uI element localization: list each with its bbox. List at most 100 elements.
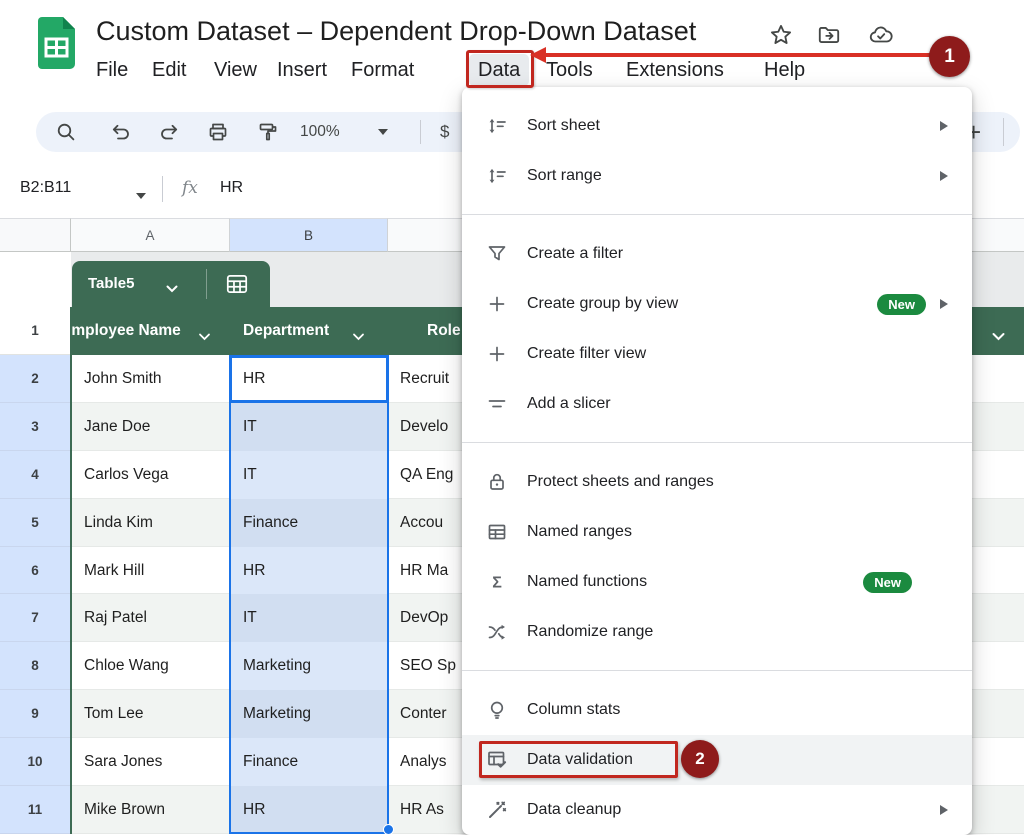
cell-role[interactable]: Accou xyxy=(400,499,443,547)
step-1-arrow xyxy=(545,53,931,57)
header-dropdown-icon[interactable] xyxy=(198,328,211,346)
cell-role[interactable]: Recruit xyxy=(400,355,449,403)
print-icon[interactable] xyxy=(206,120,230,144)
format-currency-button[interactable]: $ xyxy=(440,112,449,152)
menu-item-data-cleanup[interactable]: Data cleanup xyxy=(462,785,972,835)
column-header-b[interactable]: B xyxy=(230,218,388,252)
cell-department[interactable]: Marketing xyxy=(231,642,388,690)
cell-employee-name[interactable]: Sara Jones xyxy=(84,738,162,786)
cell-role[interactable]: Analys xyxy=(400,738,447,786)
paint-format-icon[interactable] xyxy=(256,120,280,144)
cell-role[interactable]: QA Eng xyxy=(400,451,453,499)
cell-role[interactable]: DevOp xyxy=(400,594,448,642)
cell-employee-name[interactable]: Tom Lee xyxy=(84,690,143,738)
undo-icon[interactable] xyxy=(109,120,133,144)
menubar-item-edit[interactable]: Edit xyxy=(152,54,186,86)
column-header-a[interactable]: A xyxy=(71,218,230,252)
zoom-caret-icon[interactable] xyxy=(378,129,388,135)
row-header-3[interactable]: 3 xyxy=(0,403,71,451)
row-header-5[interactable]: 5 xyxy=(0,499,71,547)
row-header-9[interactable]: 9 xyxy=(0,690,71,738)
cell-department[interactable]: HR xyxy=(231,547,388,594)
menu-item-add-a-slicer[interactable]: Add a slicer xyxy=(462,379,972,429)
zoom-control[interactable]: 100% xyxy=(300,112,340,152)
row-header-10[interactable]: 10 xyxy=(0,738,71,786)
menubar-item-insert[interactable]: Insert xyxy=(277,54,327,86)
cell-department[interactable]: IT xyxy=(231,403,388,451)
cell-employee-name[interactable]: Chloe Wang xyxy=(84,642,169,690)
cell-department[interactable]: Finance xyxy=(231,499,388,547)
cell-employee-name[interactable]: Linda Kim xyxy=(84,499,153,547)
row-header-6[interactable]: 6 xyxy=(0,547,71,594)
menu-item-named-functions[interactable]: ΣNamed functionsNew xyxy=(462,557,972,607)
sort-icon xyxy=(485,164,509,188)
cloud-saved-icon[interactable] xyxy=(868,22,894,48)
menu-item-create-filter-view[interactable]: Create filter view xyxy=(462,329,972,379)
row-header-1[interactable]: 1 xyxy=(0,307,71,355)
menu-item-protect-sheets-and-ranges[interactable]: Protect sheets and ranges xyxy=(462,457,972,507)
menubar-item-extensions[interactable]: Extensions xyxy=(626,54,724,86)
menu-item-label: Create group by view xyxy=(527,295,877,313)
cell-department[interactable]: IT xyxy=(231,594,388,642)
row-header-7[interactable]: 7 xyxy=(0,594,71,642)
cell-department-value: Marketing xyxy=(243,690,311,738)
name-box-caret-icon[interactable] xyxy=(136,193,146,199)
header-dropdown-icon[interactable] xyxy=(991,328,1006,346)
cell-role[interactable]: Develo xyxy=(400,403,448,451)
menubar-item-view[interactable]: View xyxy=(214,54,257,86)
name-box[interactable]: B2:B11 xyxy=(20,160,71,216)
selection-border-left xyxy=(229,355,231,834)
cell-department[interactable]: Finance xyxy=(231,738,388,786)
menu-item-named-ranges[interactable]: Named ranges xyxy=(462,507,972,557)
cell-role[interactable]: HR Ma xyxy=(400,547,448,594)
cell-department-value: HR xyxy=(243,786,265,834)
header-cell-department[interactable]: Department xyxy=(243,307,329,355)
menu-item-create-a-filter[interactable]: Create a filter xyxy=(462,229,972,279)
fill-handle[interactable] xyxy=(383,824,394,835)
table-chip-chevron-icon[interactable] xyxy=(166,280,178,298)
cell-department[interactable]: Marketing xyxy=(231,690,388,738)
cell-department[interactable]: HR xyxy=(231,786,388,834)
header-cell-employee-name[interactable]: Employee Name xyxy=(72,307,198,355)
menu-item-data-validation[interactable]: Data validation2 xyxy=(462,735,972,785)
cell-employee-name[interactable]: Carlos Vega xyxy=(84,451,168,499)
row-header-2[interactable]: 2 xyxy=(0,355,71,403)
menu-item-label: Named functions xyxy=(527,573,863,591)
row-header-11[interactable]: 11 xyxy=(0,786,71,834)
row-header-8[interactable]: 8 xyxy=(0,642,71,690)
cell-department[interactable]: IT xyxy=(231,451,388,499)
star-icon[interactable] xyxy=(768,22,794,48)
slicer-icon xyxy=(485,392,509,416)
select-all-corner[interactable] xyxy=(0,218,71,252)
document-title[interactable]: Custom Dataset – Dependent Drop-Down Dat… xyxy=(96,16,696,47)
menubar-item-format[interactable]: Format xyxy=(351,54,414,86)
search-icon[interactable] xyxy=(54,120,78,144)
menu-item-sort-sheet[interactable]: Sort sheet xyxy=(462,101,972,151)
menu-item-randomize-range[interactable]: Randomize range xyxy=(462,607,972,657)
header-cell-role[interactable]: Role xyxy=(427,307,461,355)
cell-employee-name[interactable]: Raj Patel xyxy=(84,594,147,642)
cell-role[interactable]: HR As xyxy=(400,786,444,834)
cell-employee-name[interactable]: Jane Doe xyxy=(84,403,150,451)
menu-item-create-group-by-view[interactable]: Create group by viewNew xyxy=(462,279,972,329)
formula-input[interactable]: HR xyxy=(220,160,243,216)
cell-employee-name[interactable]: Mark Hill xyxy=(84,547,144,594)
cell-employee-name[interactable]: John Smith xyxy=(84,355,162,403)
redo-icon[interactable] xyxy=(157,120,181,144)
cell-employee-name[interactable]: Mike Brown xyxy=(84,786,165,834)
cell-role[interactable]: SEO Sp xyxy=(400,642,456,690)
menu-item-column-stats[interactable]: Column stats xyxy=(462,685,972,735)
table-grid-icon[interactable] xyxy=(224,271,250,297)
new-badge: New xyxy=(877,294,926,315)
menubar-item-help[interactable]: Help xyxy=(764,54,805,86)
submenu-arrow-icon xyxy=(940,805,948,815)
active-cell-b2[interactable] xyxy=(229,355,389,403)
row-header-4[interactable]: 4 xyxy=(0,451,71,499)
table-chip[interactable]: Table5 xyxy=(72,261,270,307)
menubar-item-file[interactable]: File xyxy=(96,54,128,86)
cell-role[interactable]: Conter xyxy=(400,690,447,738)
header-dropdown-icon[interactable] xyxy=(352,328,365,346)
menubar-item-tools[interactable]: Tools xyxy=(546,54,593,86)
menu-item-sort-range[interactable]: Sort range xyxy=(462,151,972,201)
move-to-folder-icon[interactable] xyxy=(816,22,842,48)
